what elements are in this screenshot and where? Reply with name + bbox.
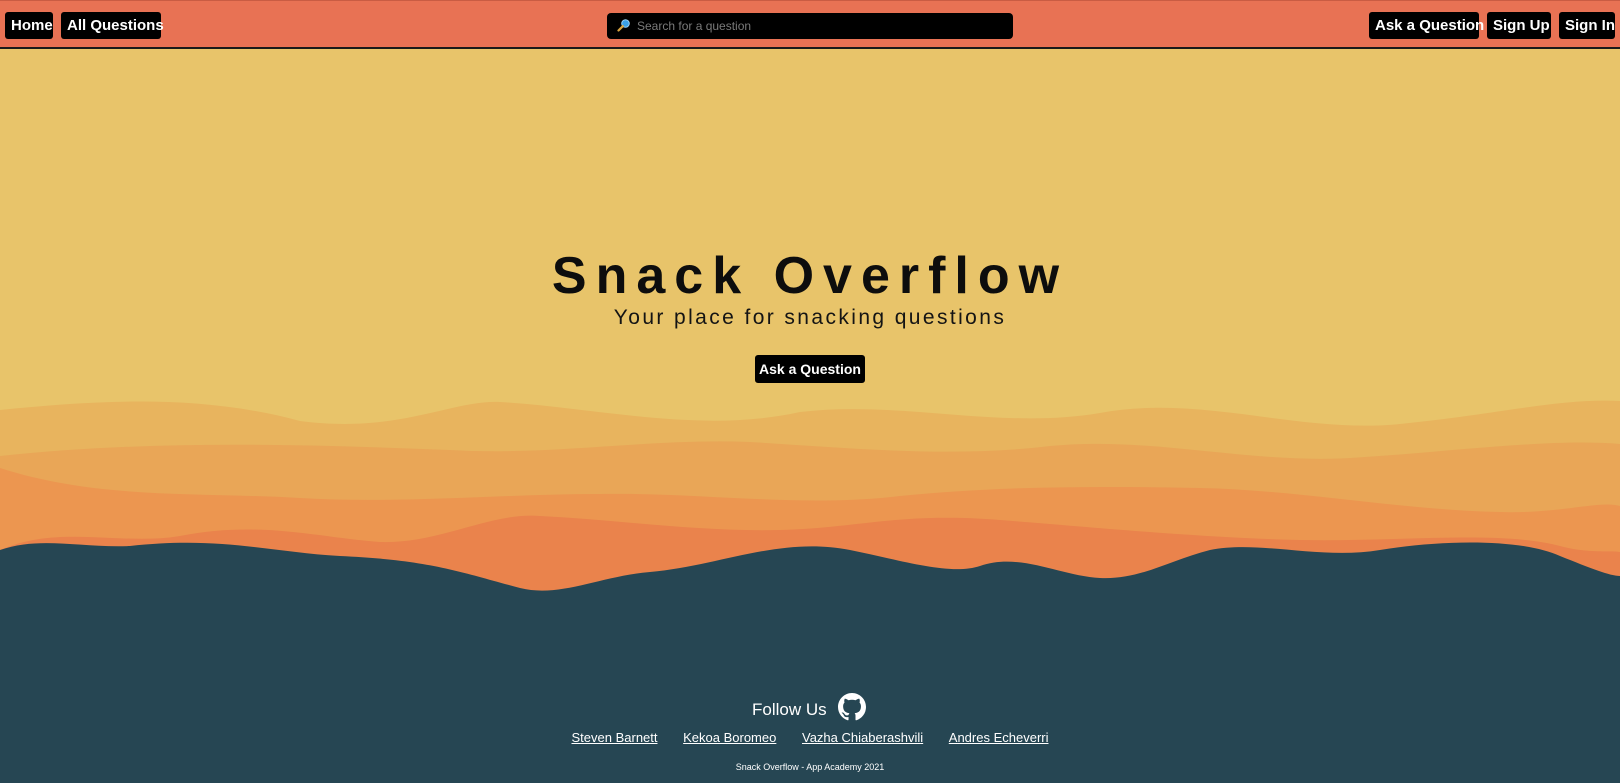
- ask-question-hero-button[interactable]: Ask a Question: [755, 355, 865, 383]
- footer-wave: [0, 542, 1620, 783]
- ask-question-nav-button[interactable]: Ask a Question: [1369, 12, 1484, 39]
- home-button[interactable]: Home: [5, 12, 53, 39]
- search-bar: [607, 13, 1013, 39]
- search-input[interactable]: [633, 13, 1011, 39]
- navbar: Home All Questions Ask a Question Sign U…: [0, 0, 1620, 49]
- sign-up-button[interactable]: Sign Up: [1487, 12, 1551, 39]
- sign-in-button[interactable]: Sign In: [1559, 12, 1615, 39]
- footer-links: Steven Barnett Kekoa Boromeo Vazha Chiab…: [0, 730, 1620, 746]
- page-title: Snack Overflow: [551, 247, 1069, 305]
- wave-background: [0, 400, 1620, 783]
- search-icon: [617, 19, 630, 32]
- page-subtitle: Your place for snacking questions: [613, 306, 1007, 329]
- copyright-text: Snack Overflow - App Academy 2021: [735, 762, 885, 772]
- footer-link-vazha-chiaberashvili[interactable]: Vazha Chiaberashvili: [802, 730, 923, 745]
- footer-link-kekoa-boromeo[interactable]: Kekoa Boromeo: [683, 730, 776, 745]
- footer-link-steven-barnett[interactable]: Steven Barnett: [572, 730, 658, 745]
- footer-link-andres-echeverri[interactable]: Andres Echeverri: [949, 730, 1049, 745]
- follow-us-label: Follow Us: [752, 700, 827, 719]
- github-icon[interactable]: [838, 693, 866, 721]
- all-questions-button[interactable]: All Questions: [61, 12, 164, 39]
